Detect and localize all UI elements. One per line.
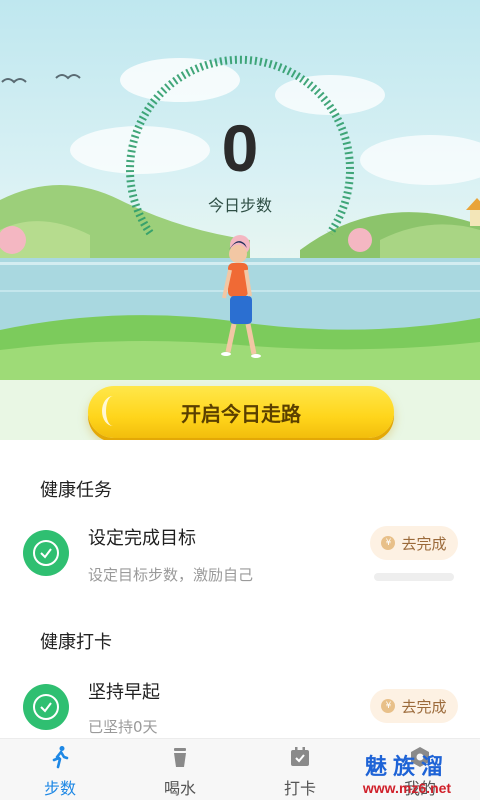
checkin-badge-icon xyxy=(23,684,69,730)
task-progress-bar xyxy=(374,573,454,581)
task-title: 设定完成目标 xyxy=(88,528,196,549)
button-shine xyxy=(102,396,124,426)
start-walk-button[interactable]: 开启今日走路 xyxy=(88,386,394,438)
tab-steps-label: 步数 xyxy=(43,779,76,798)
calendar-check-icon xyxy=(291,747,309,766)
task-go-button[interactable]: ¥ 去完成 xyxy=(370,526,458,560)
checkin-subtitle: 已坚持0天 xyxy=(88,718,158,736)
health-checkin-title: 健康打卡 xyxy=(40,632,112,653)
checkin-go-button[interactable]: ¥ 去完成 xyxy=(370,689,458,723)
walk-icon xyxy=(52,746,69,769)
coin-icon: ¥ xyxy=(381,536,396,550)
tab-steps[interactable]: 步数 xyxy=(0,739,120,800)
checkin-title: 坚持早起 xyxy=(88,682,160,703)
health-tasks-title: 健康任务 xyxy=(40,480,112,501)
task-badge-icon xyxy=(23,530,69,576)
watermark-url: www.mz6.net xyxy=(362,780,452,796)
hero-scene: 0 今日步数 开启今日走路 xyxy=(0,0,480,440)
checkin-go-label: 去完成 xyxy=(401,697,447,716)
step-count: 0 xyxy=(221,111,259,185)
tab-checkin-label: 打卡 xyxy=(283,779,316,798)
tab-water[interactable]: 喝水 xyxy=(120,739,240,800)
site-watermark: 魅族溜 www.mz6.net xyxy=(334,755,480,797)
start-walk-label: 开启今日走路 xyxy=(181,401,301,426)
task-subtitle: 设定目标步数，激励自己 xyxy=(88,566,254,584)
task-go-label: 去完成 xyxy=(401,534,447,553)
tab-water-label: 喝水 xyxy=(163,779,196,798)
cup-icon xyxy=(174,748,186,767)
coin-icon: ¥ xyxy=(381,699,396,713)
step-label: 今日步数 xyxy=(207,196,272,215)
watermark-main: 魅族溜 xyxy=(364,755,449,780)
